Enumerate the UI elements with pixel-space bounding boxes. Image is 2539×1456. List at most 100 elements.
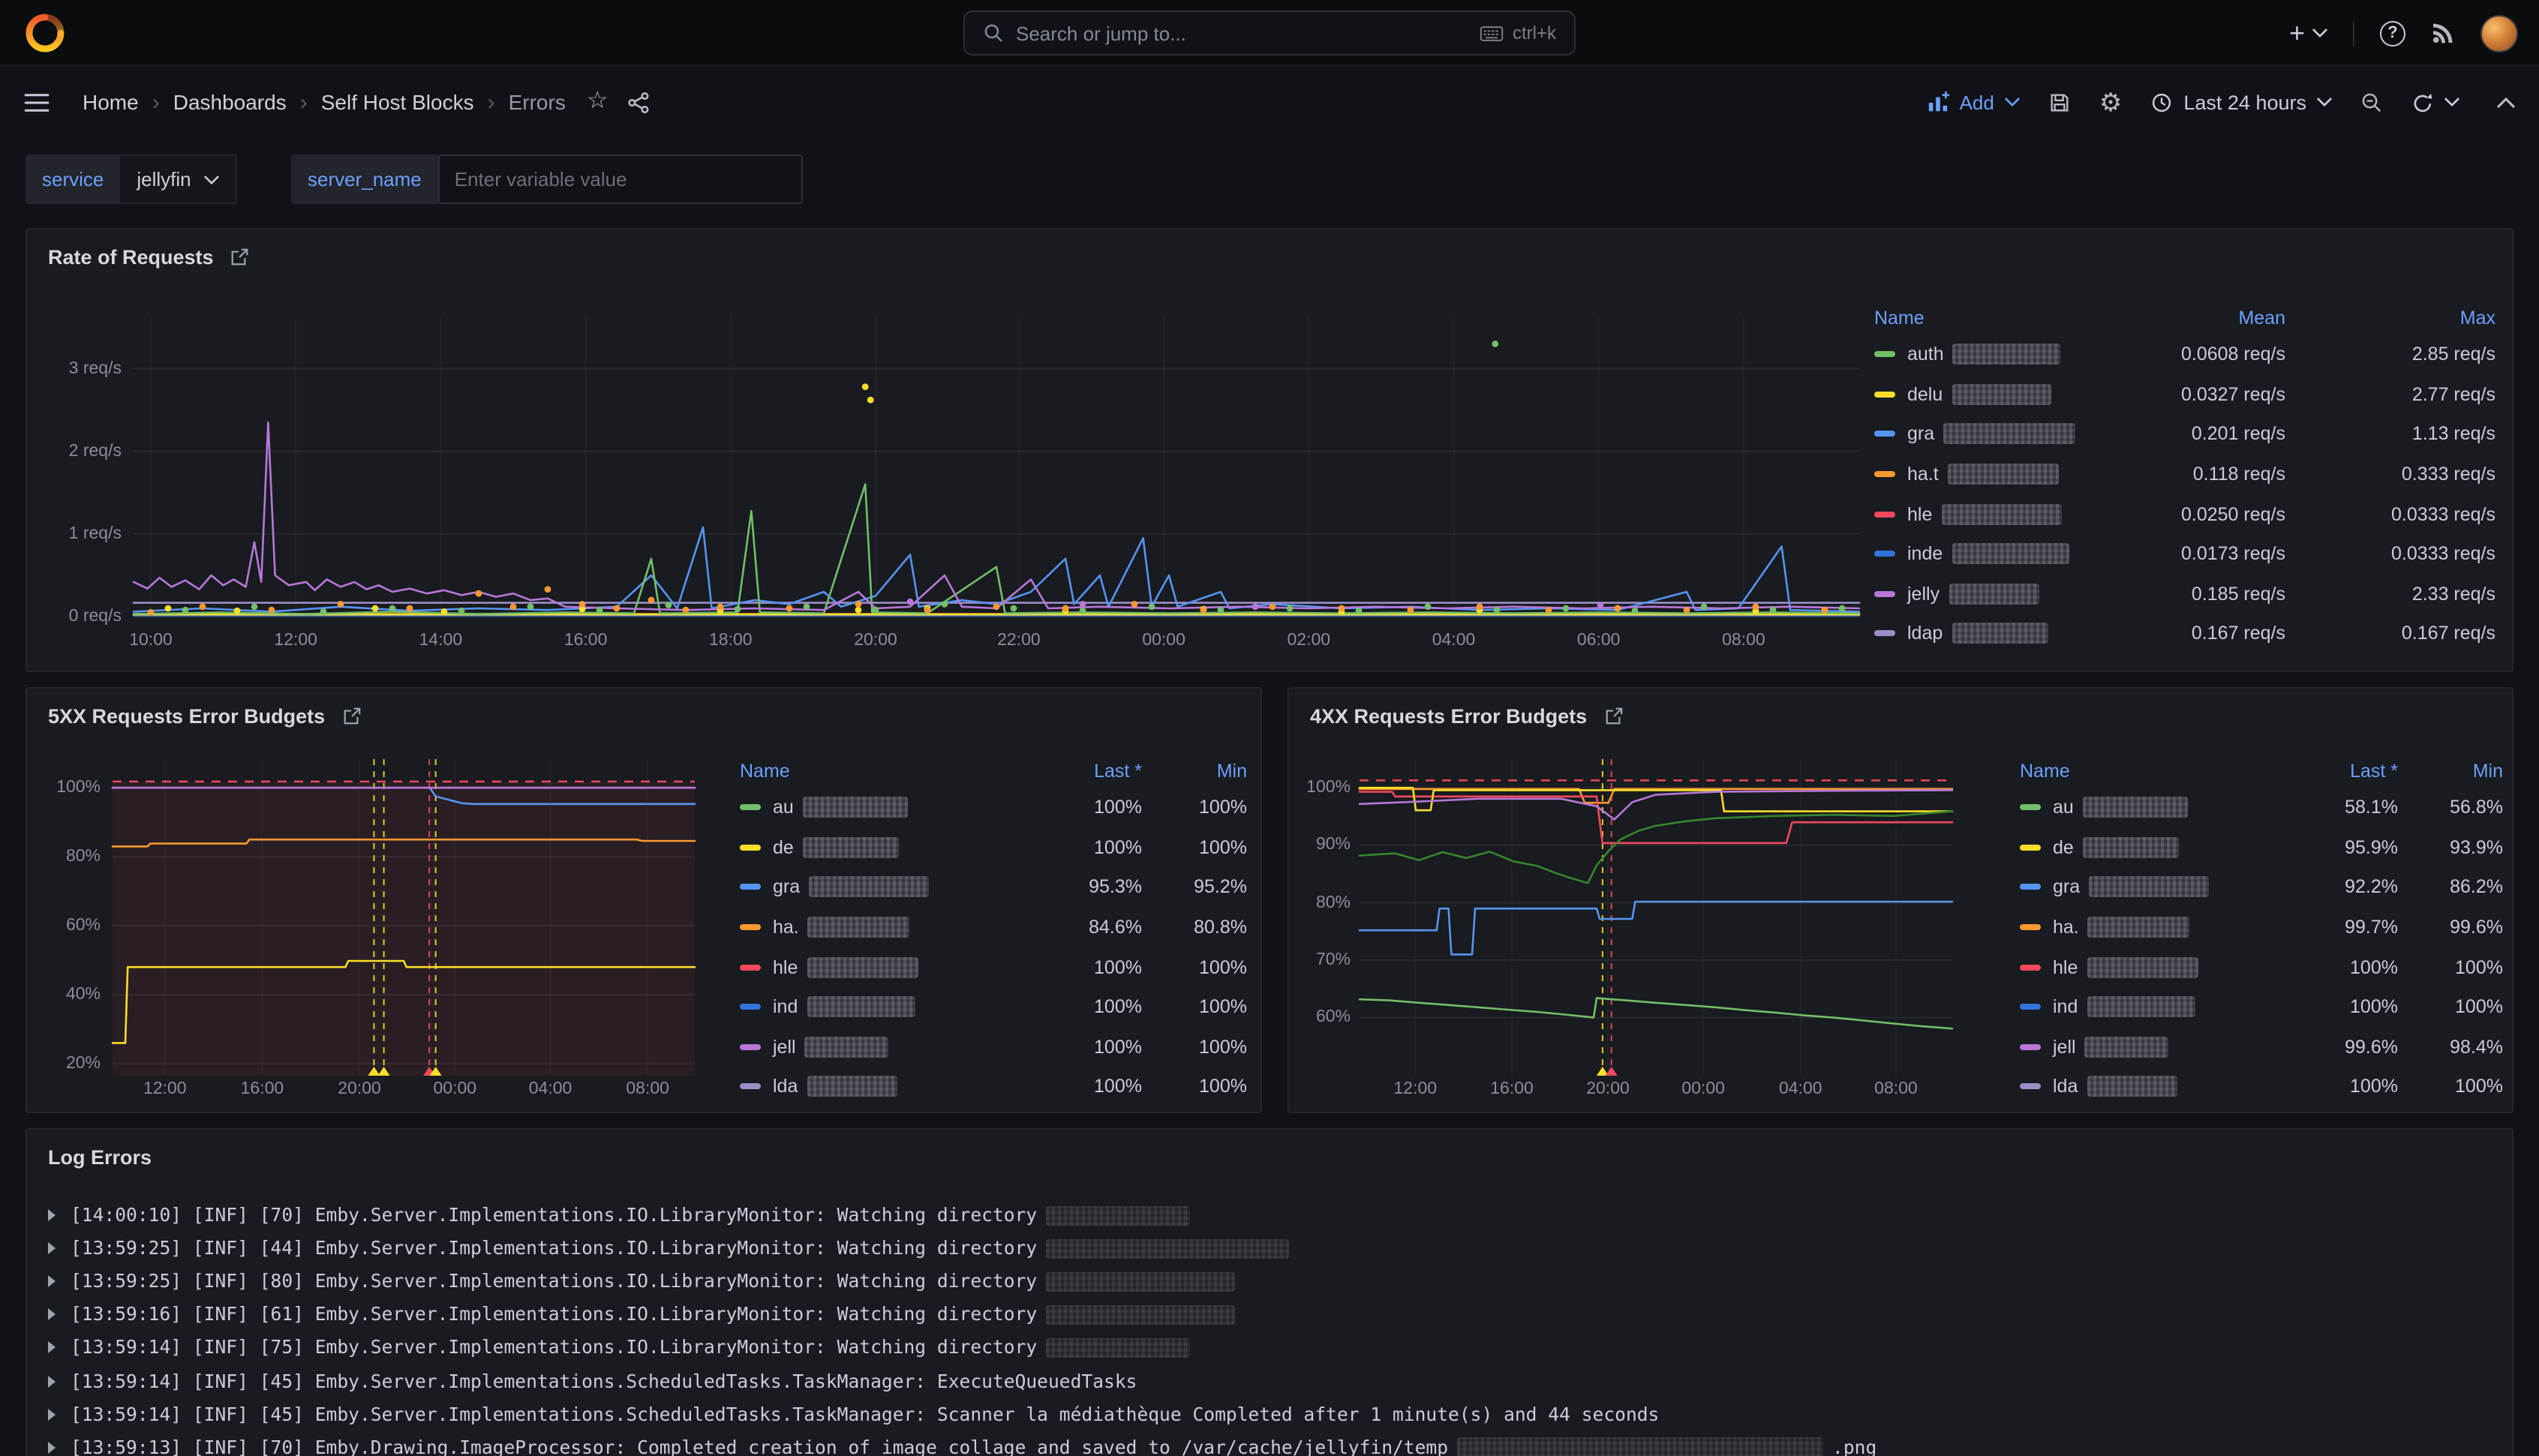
legend-row[interactable]: hle100%100%	[740, 947, 1247, 987]
legend-row[interactable]: inde0.0173 req/s0.0333 req/s	[1874, 534, 2495, 574]
legend-column-header[interactable]: Name	[1874, 308, 2120, 329]
legend-column-header[interactable]: Min	[2398, 761, 2503, 782]
legend-row[interactable]: lda100%100%	[2020, 1067, 2503, 1106]
panel-title[interactable]: Rate of Requests	[48, 246, 214, 269]
time-range-picker[interactable]: Last 24 hours	[2150, 91, 2332, 113]
external-link-icon[interactable]	[230, 248, 250, 267]
chevron-down-icon	[2312, 29, 2327, 38]
expand-chevron-icon[interactable]	[48, 1309, 56, 1321]
series-name-text: ind	[2053, 997, 2078, 1018]
user-avatar[interactable]	[2480, 14, 2518, 52]
legend-row[interactable]: ldap0.167 req/s0.167 req/s	[1874, 614, 2495, 653]
panel-title[interactable]: 5XX Requests Error Budgets	[48, 705, 325, 728]
collapse-controls-button[interactable]	[2497, 97, 2515, 107]
help-button[interactable]: ?	[2380, 20, 2405, 46]
variable-service-select[interactable]: jellyfin	[120, 155, 237, 204]
external-link-icon[interactable]	[341, 707, 361, 726]
legend-column-header[interactable]: Min	[1142, 761, 1247, 782]
expand-chevron-icon[interactable]	[48, 1375, 56, 1387]
expand-chevron-icon[interactable]	[48, 1242, 56, 1254]
save-dashboard-button[interactable]	[2048, 91, 2071, 113]
legend-column-header[interactable]: Max	[2285, 308, 2495, 329]
panel-log-errors: Log Errors [14:00:10] [INF] [70] Emby.Se…	[26, 1128, 2513, 1456]
legend-row[interactable]: jell99.6%98.4%	[2020, 1027, 2503, 1067]
expand-chevron-icon[interactable]	[48, 1209, 56, 1221]
variable-server-name-input[interactable]	[438, 155, 803, 204]
zoom-out-button[interactable]	[2360, 91, 2383, 113]
expand-chevron-icon[interactable]	[48, 1441, 56, 1453]
share-button[interactable]	[628, 91, 651, 113]
log-row[interactable]: [13:59:14] [INF] [75] Emby.Server.Implem…	[48, 1331, 2500, 1364]
legend-value: 0.0173 req/s	[2120, 544, 2285, 565]
legend-row[interactable]: hle100%100%	[2020, 947, 2503, 987]
legend-row[interactable]: auth0.0608 req/s2.85 req/s	[1874, 335, 2495, 374]
legend-column-header[interactable]: Name	[2020, 761, 2275, 782]
time-series-chart[interactable]	[134, 317, 1859, 617]
legend-row[interactable]: ha.84.6%80.8%	[740, 908, 1247, 947]
legend-column-header[interactable]: Name	[740, 761, 1007, 782]
legend-row[interactable]: gra95.3%95.2%	[740, 867, 1247, 907]
breadcrumb-item[interactable]: Dashboards	[173, 90, 287, 114]
log-row[interactable]: [13:59:14] [INF] [45] Emby.Server.Implem…	[48, 1397, 2500, 1430]
log-message: [13:59:13] [INF] [70] Emby.Drawing.Image…	[71, 1436, 1448, 1456]
axis-tick-label: 60%	[1288, 1007, 1351, 1028]
time-series-chart[interactable]	[1360, 759, 1952, 1076]
legend-column-header[interactable]: Mean	[2120, 308, 2285, 329]
legend-row[interactable]: de95.9%93.9%	[2020, 827, 2503, 867]
expand-chevron-icon[interactable]	[48, 1408, 56, 1420]
redacted-text	[1953, 344, 2061, 365]
log-row[interactable]: [13:59:16] [INF] [61] Emby.Server.Implem…	[48, 1298, 2500, 1331]
legend-row[interactable]: au58.1%56.8%	[2020, 788, 2503, 827]
search-field[interactable]	[1016, 22, 1468, 44]
legend-column-header[interactable]: Last *	[2275, 761, 2398, 782]
legend-row[interactable]: ha.t0.118 req/s0.333 req/s	[1874, 455, 2495, 494]
legend-row[interactable]: au100%100%	[740, 788, 1247, 827]
log-row[interactable]: [13:59:25] [INF] [44] Emby.Server.Implem…	[48, 1232, 2500, 1265]
legend-row[interactable]: ha.99.7%99.6%	[2020, 908, 2503, 947]
dashboard-settings-button[interactable]: ⚙	[2099, 89, 2123, 115]
legend-row[interactable]: ind100%100%	[2020, 987, 2503, 1027]
legend-row[interactable]: hle0.0250 req/s0.0333 req/s	[1874, 494, 2495, 534]
legend-value: 1.13 req/s	[2285, 424, 2495, 445]
legend-row[interactable]: gra0.201 req/s1.13 req/s	[1874, 414, 2495, 454]
expand-chevron-icon[interactable]	[48, 1342, 56, 1354]
legend-row[interactable]: de100%100%	[740, 827, 1247, 867]
new-menu-button[interactable]: +	[2289, 17, 2327, 49]
add-button[interactable]: Add	[1927, 91, 2020, 113]
legend-header: NameLast *Min	[740, 755, 1247, 788]
legend-row[interactable]: jelly0.185 req/s2.33 req/s	[1874, 574, 2495, 614]
legend-series-name: ind	[2020, 997, 2275, 1018]
menu-toggle-button[interactable]	[24, 92, 50, 112]
search-input[interactable]: ctrl+k	[963, 11, 1576, 56]
axis-tick-label: 1 req/s	[26, 524, 122, 545]
log-row[interactable]: [13:59:25] [INF] [80] Emby.Server.Implem…	[48, 1265, 2500, 1298]
legend-row[interactable]: jell100%100%	[740, 1027, 1247, 1067]
time-series-chart[interactable]	[113, 759, 695, 1076]
panel-title[interactable]: 4XX Requests Error Budgets	[1310, 705, 1587, 728]
log-row[interactable]: [13:59:13] [INF] [70] Emby.Drawing.Image…	[48, 1430, 2500, 1456]
legend-column-header[interactable]: Last *	[1007, 761, 1142, 782]
series-point	[251, 603, 258, 610]
breadcrumb-item[interactable]: Self Host Blocks	[321, 90, 474, 114]
legend-row[interactable]: delu0.0327 req/s2.77 req/s	[1874, 374, 2495, 414]
time-range-label: Last 24 hours	[2183, 91, 2306, 113]
news-button[interactable]	[2431, 21, 2455, 45]
breadcrumb-item[interactable]: Home	[83, 90, 139, 114]
series-point	[924, 607, 931, 614]
legend-value: 99.6%	[2398, 917, 2503, 938]
external-link-icon[interactable]	[1603, 707, 1623, 726]
axis-tick-label: 04:00	[506, 1079, 596, 1100]
legend-row[interactable]: gra92.2%86.2%	[2020, 867, 2503, 907]
grafana-logo[interactable]	[24, 12, 66, 54]
legend-row[interactable]: ind100%100%	[740, 987, 1247, 1027]
log-row[interactable]: [13:59:14] [INF] [45] Emby.Server.Implem…	[48, 1364, 2500, 1397]
log-row[interactable]: [14:00:10] [INF] [70] Emby.Server.Implem…	[48, 1199, 2500, 1232]
redacted-text	[1457, 1437, 1823, 1456]
legend-row[interactable]: lda100%100%	[740, 1067, 1247, 1106]
legend-series-name: jelly	[1874, 584, 2120, 605]
favorite-button[interactable]: ☆	[587, 90, 608, 114]
panel-title[interactable]: Log Errors	[48, 1146, 152, 1169]
expand-chevron-icon[interactable]	[48, 1275, 56, 1287]
refresh-button[interactable]	[2411, 91, 2459, 113]
series-color-swatch	[1874, 591, 1895, 597]
